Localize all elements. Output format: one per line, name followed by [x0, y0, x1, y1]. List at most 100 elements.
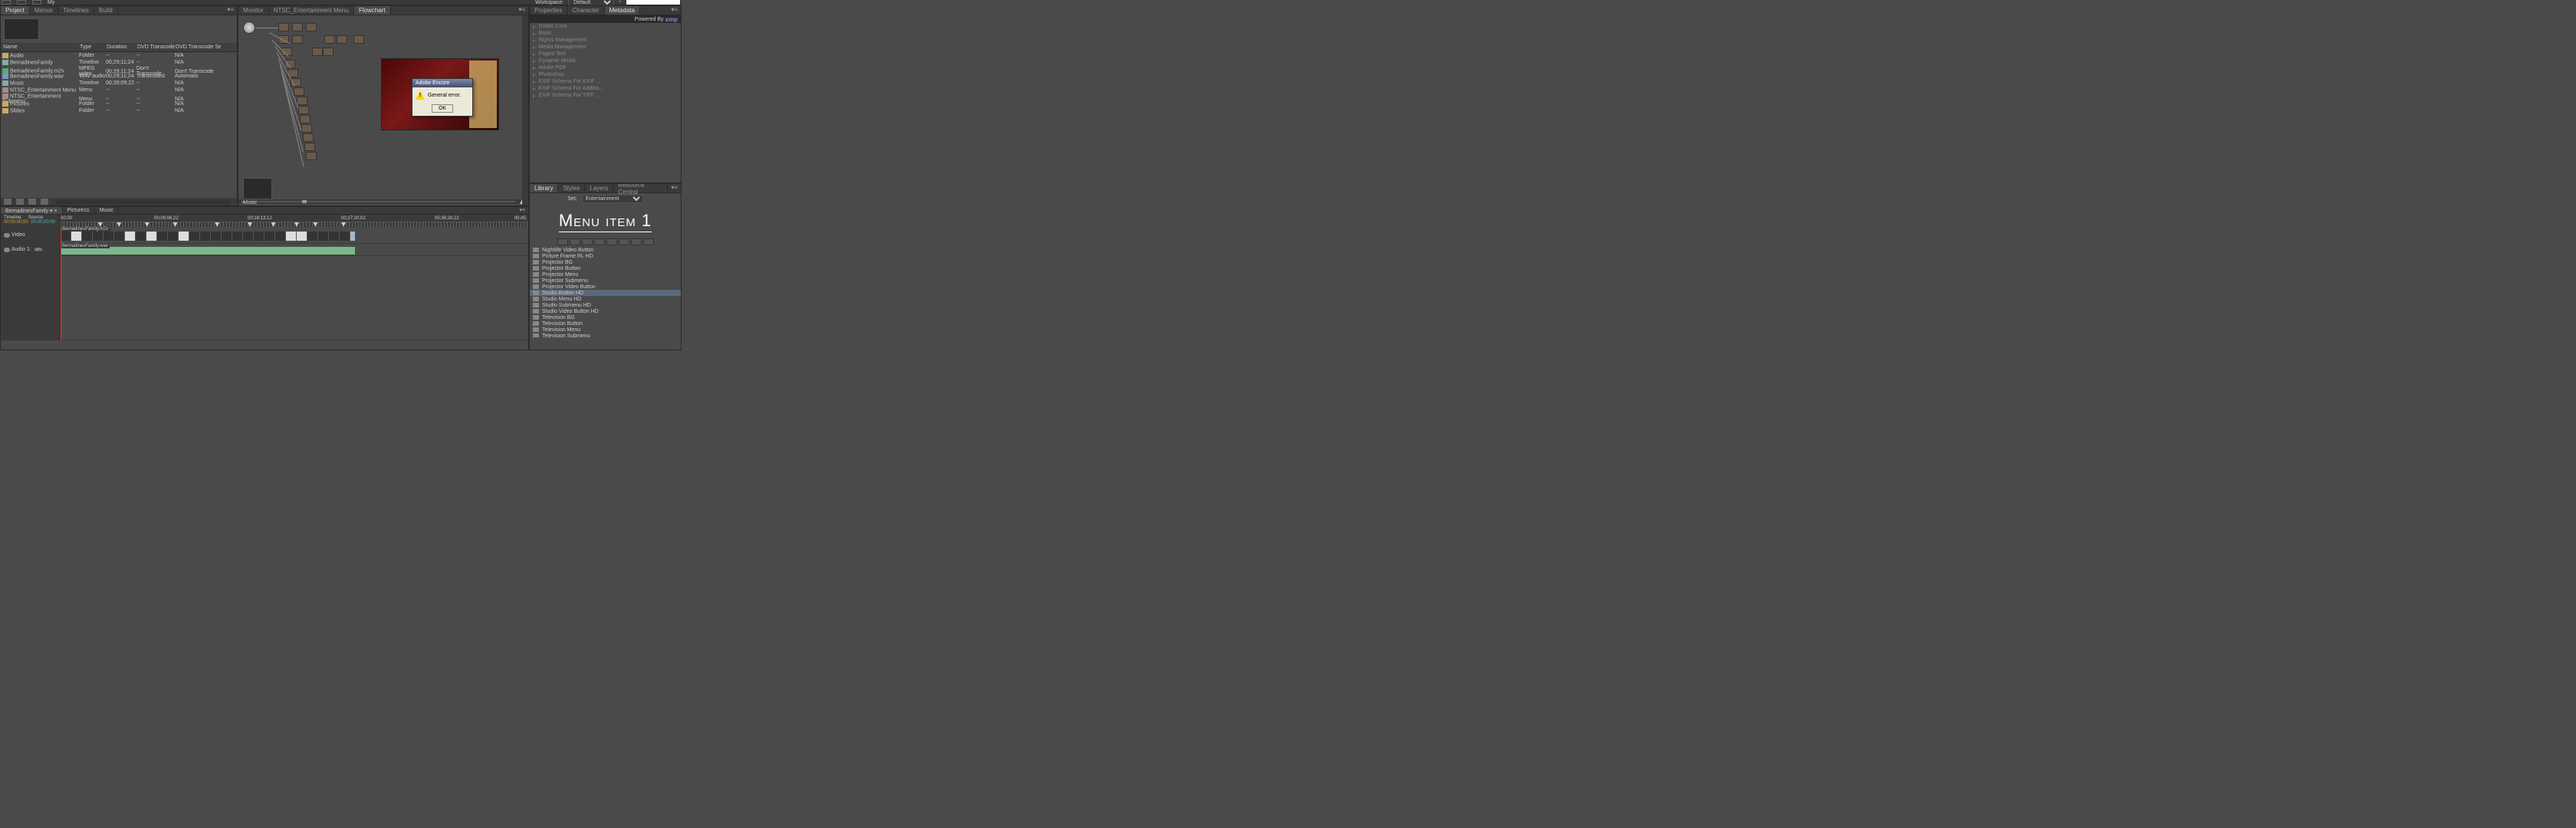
tab-styles[interactable]: Styles [558, 184, 585, 192]
source-timecode[interactable]: 00;00;00;00 [31, 220, 55, 225]
tab-properties[interactable]: Properties [530, 6, 567, 15]
metadata-section[interactable]: ▹Photoshop [530, 71, 681, 78]
search-input[interactable] [626, 0, 680, 5]
metadata-section[interactable]: ▹Dublin Core [530, 23, 681, 30]
tab-menus[interactable]: Menus [30, 6, 58, 15]
flowchart-scrollbar[interactable] [522, 15, 528, 205]
metadata-section[interactable]: ▹Dynamic Media [530, 58, 681, 64]
tab-flowchart[interactable]: Flowchart [354, 6, 391, 15]
tab-project[interactable]: Project [1, 6, 30, 15]
video-clip[interactable] [61, 232, 355, 241]
tool-2[interactable] [17, 0, 26, 5]
fc-node[interactable] [353, 35, 364, 44]
fc-node[interactable] [337, 35, 347, 44]
fc-node[interactable] [304, 143, 315, 151]
library-item[interactable]: Television Submenu [530, 333, 681, 337]
tab-monitor[interactable]: Monitor [238, 6, 269, 15]
project-row[interactable]: SlidesFolder----N/A [1, 107, 237, 114]
library-item[interactable]: Television Button [530, 320, 681, 327]
panel-menu-icon[interactable]: ▾≡ [668, 184, 681, 192]
fc-node[interactable] [292, 23, 303, 31]
tl-tab-1[interactable]: BernadinesFamily ▾ × [1, 207, 63, 214]
disc-node[interactable] [243, 21, 255, 34]
speaker-icon[interactable] [4, 248, 10, 252]
metadata-section[interactable]: ▹EXIF Schema For TIFF ... [530, 92, 681, 99]
metadata-section[interactable]: ▹Media Management [530, 44, 681, 51]
tab-timelines[interactable]: Timelines [58, 6, 94, 15]
metadata-section[interactable]: ▹Adobe PDF [530, 64, 681, 71]
library-item[interactable]: Projector Button [530, 265, 681, 271]
fc-node[interactable] [303, 133, 314, 142]
set-select[interactable]: Entertainment [582, 195, 643, 203]
fc-node[interactable] [300, 115, 310, 123]
library-item[interactable]: Studio Video Button HD [530, 308, 681, 314]
library-item[interactable]: Picture Frame RL HD [530, 253, 681, 259]
metadata-section[interactable]: ▹EXIF Schema For Additio... [530, 85, 681, 92]
tab-library[interactable]: Library [530, 184, 558, 192]
panel-menu-icon[interactable]: ▾≡ [668, 6, 681, 15]
metadata-section[interactable]: ▹Rights Management [530, 37, 681, 44]
project-scrollbar[interactable] [56, 200, 231, 204]
tab-menu[interactable]: NTSC_Entertainment Menu [269, 6, 354, 15]
trash-icon[interactable] [41, 199, 48, 205]
fc-node[interactable] [323, 48, 334, 56]
library-item[interactable]: Studio Submenu HD [530, 302, 681, 308]
project-row[interactable]: BernadinesFamily.m2vMPEG video00;29;11;2… [1, 66, 237, 73]
library-item[interactable]: Studio Button HD [530, 290, 681, 296]
col-type[interactable]: Type [79, 44, 106, 51]
fc-node[interactable] [306, 152, 317, 160]
tl-tab-3[interactable]: Music [95, 207, 119, 214]
fc-node[interactable] [294, 87, 304, 96]
tab-character[interactable]: Character [567, 6, 604, 15]
lib-filter-7[interactable] [631, 238, 642, 245]
library-item[interactable]: Projector Video Button [530, 284, 681, 290]
library-item[interactable]: Television BG [530, 314, 681, 320]
ok-button[interactable]: OK [432, 104, 453, 113]
new-folder-icon[interactable] [28, 199, 36, 205]
project-row[interactable]: BernadinesFamily.wavWAV audio00;29;11;24… [1, 73, 237, 80]
fc-node[interactable] [324, 35, 335, 44]
lib-filter-6[interactable] [619, 238, 629, 245]
lib-filter-8[interactable] [643, 238, 654, 245]
fc-node[interactable] [312, 48, 323, 56]
fc-node[interactable] [298, 106, 309, 114]
col-duration[interactable]: Duration [106, 44, 136, 51]
fc-node[interactable] [278, 23, 289, 31]
fc-node[interactable] [306, 23, 317, 31]
fc-node[interactable] [301, 124, 312, 133]
fc-node[interactable] [292, 35, 303, 44]
eye-icon[interactable] [4, 233, 10, 238]
tl-tab-2[interactable]: Pictures1 [63, 207, 95, 214]
fc-node[interactable] [297, 97, 307, 105]
timeline-timecode[interactable]: 00;00;00;00 [4, 220, 28, 225]
audio-lang-select[interactable]: en [33, 247, 44, 252]
project-row[interactable]: PicturesFolder----N/A [1, 100, 237, 107]
library-item[interactable]: Television Menu [530, 327, 681, 333]
tab-layers[interactable]: Layers [585, 184, 613, 192]
project-row[interactable]: MusicTimeline00;39;09;22--N/A [1, 80, 237, 87]
project-row[interactable]: BernadinesFamilyTimeline00;29;11;24--N/A [1, 59, 237, 66]
col-name[interactable]: Name [2, 44, 79, 51]
tab-build[interactable]: Build [94, 6, 118, 15]
tool-1[interactable] [2, 0, 11, 5]
lib-filter-2[interactable] [570, 238, 580, 245]
library-item[interactable]: Projector BG [530, 259, 681, 265]
panel-menu-icon[interactable]: ▾≡ [224, 6, 237, 15]
panel-menu-icon[interactable]: ▾≡ [515, 6, 528, 15]
tab-metadata[interactable]: Metadata [605, 6, 640, 15]
lib-filter-1[interactable] [557, 238, 568, 245]
col-transcode-st[interactable]: DVD Transcode St [136, 44, 175, 51]
library-item[interactable]: Nightlife Video Button [530, 247, 681, 253]
panel-menu-icon[interactable]: ▾≡ [516, 207, 528, 214]
search-icon[interactable] [4, 199, 12, 205]
library-item[interactable]: Projector Submenu [530, 278, 681, 284]
project-row[interactable]: NTSC_Entertainment SubmenuMenu----N/A [1, 94, 237, 100]
library-item[interactable]: Projector Menu [530, 271, 681, 278]
metadata-section[interactable]: ▹EXIF Schema For EXIF ... [530, 78, 681, 85]
tool-3[interactable] [32, 0, 41, 5]
lib-filter-5[interactable] [606, 238, 617, 245]
tab-resource-central[interactable]: Resource Central [613, 184, 668, 192]
timeline-ruler[interactable]: 00;00 00;09;06;22 00;18;13;12 00;27;20;0… [61, 215, 528, 227]
zoom-slider[interactable] [248, 201, 515, 202]
metadata-section[interactable]: ▹Paged-Text [530, 51, 681, 58]
